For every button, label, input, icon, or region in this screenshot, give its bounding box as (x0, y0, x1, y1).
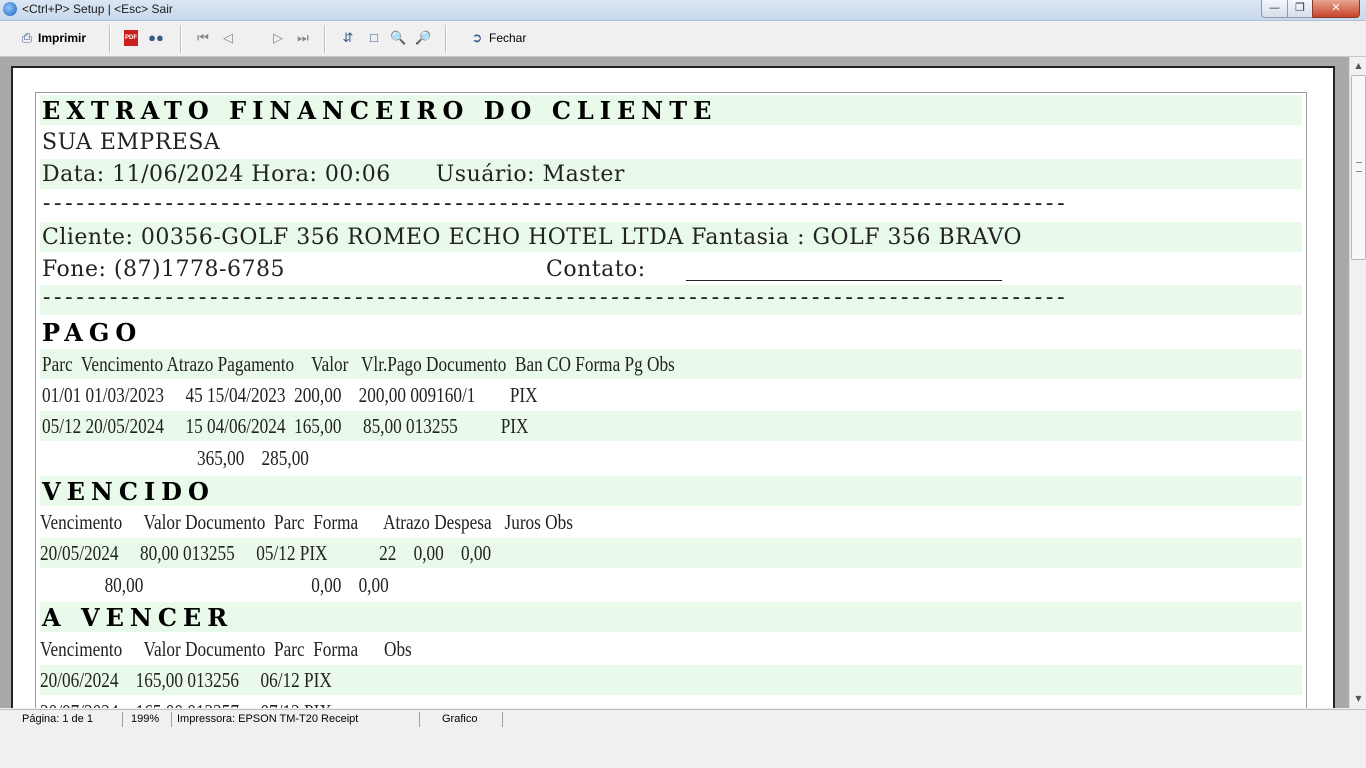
first-page-icon: ⏮ (197, 30, 209, 45)
printer-icon: ⎙ (21, 30, 33, 45)
pago-heading-row: PAGO (40, 317, 1302, 347)
a-vencer-row: 20/06/2024 165,00 013256 06/12 PIX (40, 668, 332, 692)
scrollbar-thumb[interactable] (1351, 75, 1366, 260)
window-bottom-area (0, 730, 1366, 768)
company-name: SUA EMPRESA (42, 130, 221, 155)
whole-page-button[interactable]: □ (366, 28, 382, 48)
pago-row: 05/12 20/05/2024 15 04/06/2024 165,00 85… (42, 414, 529, 438)
report-page: EXTRATO FINANCEIRO DO CLIENTE SUA EMPRES… (11, 66, 1335, 708)
client-line: Cliente: 00356-GOLF 356 ROMEO ECHO HOTEL… (42, 225, 1023, 250)
pago-total: 365,00 285,00 (42, 446, 309, 470)
pago-total-row: 365,00 285,00 (40, 443, 1302, 473)
toolbar-separator (109, 25, 111, 53)
page-indicator: Página: 1 de 1 (18, 712, 123, 727)
toolbar: ⎙ Imprimir PDF ●● ⏮ ◁ ▷ ⏭ ⇵ □ 🔍 🔎 ➲ Fech… (0, 21, 1366, 57)
close-preview-label: Fechar (489, 31, 527, 45)
client-row: Cliente: 00356-GOLF 356 ROMEO ECHO HOTEL… (40, 222, 1302, 252)
zoom-in-icon: 🔍 (390, 30, 407, 45)
table-row: 20/05/2024 80,00 013255 05/12 PIX 22 0,0… (40, 538, 1302, 568)
print-button[interactable]: ⎙ Imprimir (19, 28, 86, 48)
window-title: <Ctrl+P> Setup | <Esc> Sair (22, 2, 173, 16)
phone-line: Fone: (87)1778-6785 (42, 257, 285, 282)
a-vencer-heading: A VENCER (42, 603, 234, 632)
toolbar-separator (324, 25, 326, 53)
vencido-header-row: Vencimento Valor Documento Parc Forma At… (40, 507, 1302, 537)
fit-width-button[interactable]: ⇵ (340, 28, 356, 48)
table-row: 20/06/2024 165,00 013256 06/12 PIX (40, 665, 1302, 695)
toolbar-separator (180, 25, 182, 53)
scroll-down-arrow-icon[interactable]: ▼ (1350, 690, 1366, 707)
binoculars-icon: ●● (148, 30, 164, 45)
close-window-button[interactable]: ✕ (1312, 0, 1360, 18)
app-icon (3, 2, 17, 16)
previous-page-button[interactable]: ◁ (220, 28, 236, 48)
next-page-icon: ▷ (273, 30, 283, 45)
a-vencer-column-headers: Vencimento Valor Documento Parc Forma Ob… (40, 637, 412, 661)
vertical-scrollbar[interactable]: ▲ ▼ (1349, 57, 1366, 708)
page-icon: □ (370, 30, 378, 45)
toolbar-separator (445, 25, 447, 53)
phone-row: Fone: (87)1778-6785 Contato: (40, 254, 1302, 284)
pago-header-row: Parc Vencimento Atrazo Pagamento Valor V… (40, 349, 1302, 379)
report-preview-area[interactable]: EXTRATO FINANCEIRO DO CLIENTE SUA EMPRES… (0, 57, 1349, 708)
zoom-out-icon: 🔎 (415, 30, 432, 45)
a-vencer-header-row: Vencimento Valor Documento Parc Forma Ob… (40, 634, 1302, 664)
company-row: SUA EMPRESA (40, 127, 1302, 157)
vencido-row: 20/05/2024 80,00 013255 05/12 PIX 22 0,0… (40, 541, 492, 565)
fit-width-icon: ⇵ (342, 30, 354, 45)
grip-icon (1356, 162, 1362, 172)
previous-page-icon: ◁ (223, 30, 233, 45)
last-page-button[interactable]: ⏭ (295, 28, 311, 48)
export-pdf-button[interactable]: PDF (124, 28, 138, 48)
a-vencer-heading-row: A VENCER (40, 602, 1302, 632)
status-bar: Página: 1 de 1 199% Impressora: EPSON TM… (0, 709, 1366, 730)
vencido-total: 80,00 0,00 0,00 (40, 573, 389, 597)
maximize-button[interactable]: ❐ (1287, 0, 1313, 18)
date-row: Data: 11/06/2024 Hora: 00:06 Usuário: Ma… (40, 159, 1302, 189)
print-button-label: Imprimir (38, 31, 87, 45)
last-page-icon: ⏭ (297, 30, 309, 45)
pdf-icon: PDF (124, 30, 138, 46)
vencido-column-headers: Vencimento Valor Documento Parc Forma At… (40, 510, 573, 534)
contact-underline (686, 280, 1002, 281)
date-line: Data: 11/06/2024 Hora: 00:06 Usuário: Ma… (42, 162, 625, 187)
report-title-row: EXTRATO FINANCEIRO DO CLIENTE (40, 95, 1302, 125)
separator-row: ----------------------------------------… (40, 191, 1302, 221)
minimize-button[interactable]: — (1261, 0, 1288, 18)
contact-label: Contato: (546, 257, 646, 282)
pago-heading: PAGO (42, 318, 143, 347)
table-row: 05/12 20/05/2024 15 04/06/2024 165,00 85… (40, 411, 1302, 441)
separator-row: ----------------------------------------… (40, 285, 1302, 315)
vencido-heading-row: VENCIDO (40, 476, 1302, 506)
separator-line: ----------------------------------------… (40, 191, 1067, 216)
pago-row: 01/01 01/03/2023 45 15/04/2023 200,00 20… (42, 383, 538, 407)
zoom-out-button[interactable]: 🔎 (415, 28, 431, 48)
report-content: EXTRATO FINANCEIRO DO CLIENTE SUA EMPRES… (35, 92, 1307, 708)
a-vencer-row: 20/07/2024 165,00 013257 07/12 PIX (40, 697, 332, 708)
next-page-button[interactable]: ▷ (270, 28, 286, 48)
table-row: 20/07/2024 165,00 013257 07/12 PIX (40, 697, 1302, 708)
separator-line: ----------------------------------------… (40, 285, 1067, 310)
scroll-up-arrow-icon[interactable]: ▲ (1350, 57, 1366, 74)
zoom-indicator: 199% (127, 712, 172, 727)
vencido-total-row: 80,00 0,00 0,00 (40, 570, 1302, 600)
mode-indicator: Grafico (438, 712, 503, 727)
find-button[interactable]: ●● (148, 28, 164, 48)
exit-door-icon: ➲ (471, 30, 483, 45)
table-row: 01/01 01/03/2023 45 15/04/2023 200,00 20… (40, 380, 1302, 410)
close-preview-button[interactable]: ➲ Fechar (469, 28, 527, 48)
first-page-button[interactable]: ⏮ (195, 28, 211, 48)
zoom-in-button[interactable]: 🔍 (390, 28, 406, 48)
vencido-heading: VENCIDO (42, 477, 215, 506)
printer-indicator: Impressora: EPSON TM-T20 Receipt (173, 712, 420, 727)
pago-column-headers: Parc Vencimento Atrazo Pagamento Valor V… (42, 352, 675, 376)
report-title: EXTRATO FINANCEIRO DO CLIENTE (42, 96, 718, 125)
window-titlebar: <Ctrl+P> Setup | <Esc> Sair — ❐ ✕ (0, 0, 1366, 21)
